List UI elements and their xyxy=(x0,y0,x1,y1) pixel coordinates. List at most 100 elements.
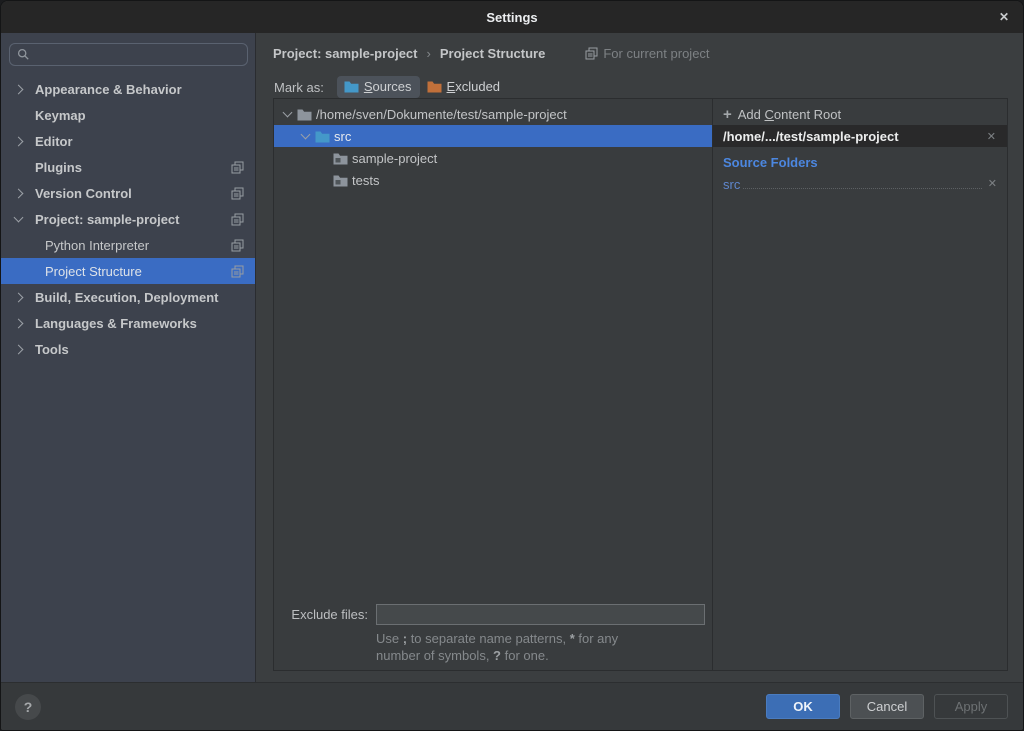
tree-row-sample-project[interactable]: sample-project xyxy=(274,147,712,169)
source-folder-icon xyxy=(315,130,330,143)
sidebar-item-label: Python Interpreter xyxy=(45,238,231,253)
ok-button[interactable]: OK xyxy=(766,694,840,719)
folder-icon xyxy=(333,174,348,187)
sidebar-item-appearance-behavior[interactable]: Appearance & Behavior xyxy=(1,76,255,102)
source-folder-icon xyxy=(344,80,359,93)
breadcrumb-page: Project Structure xyxy=(440,46,545,61)
sidebar-item-label: Languages & Frameworks xyxy=(35,316,244,331)
settings-badge-icon xyxy=(585,47,598,60)
breadcrumb: Project: sample-project › Project Struct… xyxy=(273,41,710,65)
sidebar-item-editor[interactable]: Editor xyxy=(1,128,255,154)
footer-buttons: OK Cancel Apply xyxy=(766,694,1008,719)
settings-dialog: Settings ✕ Appearance & Behavior Key xyxy=(0,0,1024,731)
mark-as-toolbar: Mark as: Sources Excluded xyxy=(274,74,508,100)
tree-row-label: /home/sven/Dokumente/test/sample-project xyxy=(316,107,567,122)
sidebar-item-label: Version Control xyxy=(35,186,231,201)
sidebar-item-label: Editor xyxy=(35,134,244,149)
source-folders-title: Source Folders xyxy=(723,155,818,170)
content-root-path: /home/.../test/sample-project xyxy=(723,129,985,144)
settings-search-box[interactable] xyxy=(9,43,248,66)
tree-row-content-root[interactable]: /home/sven/Dokumente/test/sample-project xyxy=(274,103,712,125)
tree-row-src[interactable]: src xyxy=(274,125,712,147)
sidebar-item-version-control[interactable]: Version Control xyxy=(1,180,255,206)
scope-note-text: For current project xyxy=(603,46,709,61)
chevron-right-icon xyxy=(14,136,24,146)
settings-badge-icon xyxy=(231,265,244,278)
settings-badge-icon xyxy=(231,213,244,226)
folder-icon xyxy=(297,108,312,121)
tree-row-label: tests xyxy=(352,173,379,188)
sidebar-item-keymap[interactable]: Keymap xyxy=(1,102,255,128)
question-mark-icon: ? xyxy=(24,699,33,715)
titlebar: Settings ✕ xyxy=(1,1,1023,33)
mark-as-label: Mark as: xyxy=(274,80,324,95)
add-content-root-label: Add Content Root xyxy=(738,107,841,122)
help-button[interactable]: ? xyxy=(15,694,41,720)
chevron-down-icon[interactable] xyxy=(282,108,292,118)
mark-excluded-button[interactable]: Excluded xyxy=(420,76,508,98)
remove-source-folder-icon[interactable]: ✕ xyxy=(986,175,999,192)
sidebar-item-label: Build, Execution, Deployment xyxy=(35,290,244,305)
dialog-content: Appearance & Behavior Keymap Editor Plug… xyxy=(1,33,1023,684)
sidebar-item-project-sample-project[interactable]: Project: sample-project xyxy=(1,206,255,232)
project-structure-panel: /home/sven/Dokumente/test/sample-project… xyxy=(273,98,1008,671)
content-root-tree-pane: /home/sven/Dokumente/test/sample-project… xyxy=(274,99,713,670)
tree-row-label: src xyxy=(334,129,351,144)
settings-badge-icon xyxy=(231,239,244,252)
window-title: Settings xyxy=(486,10,537,25)
mark-sources-label: Sources xyxy=(364,79,412,94)
sidebar-item-project-structure[interactable]: Project Structure xyxy=(1,258,255,284)
breadcrumb-project[interactable]: Project: sample-project xyxy=(273,46,418,61)
settings-badge-icon xyxy=(231,161,244,174)
remove-content-root-icon[interactable]: ✕ xyxy=(985,128,998,145)
sidebar-item-plugins[interactable]: Plugins xyxy=(1,154,255,180)
tree-row-tests[interactable]: tests xyxy=(274,169,712,191)
tree-row-label: sample-project xyxy=(352,151,437,166)
apply-button[interactable]: Apply xyxy=(934,694,1008,719)
exclude-files-hint: Use ; to separate name patterns, * for a… xyxy=(376,630,618,664)
sidebar-item-label: Project: sample-project xyxy=(35,212,231,227)
sidebar-item-label: Tools xyxy=(35,342,244,357)
chevron-right-icon xyxy=(14,188,24,198)
add-content-root-button[interactable]: + Add Content Root xyxy=(713,103,1007,125)
sidebar-item-label: Appearance & Behavior xyxy=(35,82,244,97)
source-folder-entry[interactable]: src ✕ xyxy=(723,174,999,192)
settings-nav: Appearance & Behavior Keymap Editor Plug… xyxy=(1,76,255,362)
exclude-files-row: Exclude files: xyxy=(274,602,712,626)
content-root-entry[interactable]: /home/.../test/sample-project ✕ xyxy=(713,125,1007,147)
sidebar-item-languages-frameworks[interactable]: Languages & Frameworks xyxy=(1,310,255,336)
chevron-right-icon xyxy=(14,84,24,94)
exclude-files-input[interactable] xyxy=(376,604,705,625)
chevron-right-icon xyxy=(14,344,24,354)
settings-sidebar: Appearance & Behavior Keymap Editor Plug… xyxy=(1,33,256,684)
sidebar-item-tools[interactable]: Tools xyxy=(1,336,255,362)
exclude-files-label: Exclude files: xyxy=(274,607,368,622)
plus-icon: + xyxy=(723,107,732,122)
main-area: Project: sample-project › Project Struct… xyxy=(257,33,1023,684)
search-input[interactable] xyxy=(30,47,247,62)
sidebar-item-build-execution-deployment[interactable]: Build, Execution, Deployment xyxy=(1,284,255,310)
sidebar-item-python-interpreter[interactable]: Python Interpreter xyxy=(1,232,255,258)
settings-badge-icon xyxy=(231,187,244,200)
dotted-leader xyxy=(743,188,981,189)
sidebar-item-label: Plugins xyxy=(35,160,231,175)
chevron-down-icon[interactable] xyxy=(300,130,310,140)
sidebar-item-label: Project Structure xyxy=(45,264,231,279)
mark-excluded-label: Excluded xyxy=(447,79,500,94)
sidebar-item-label: Keymap xyxy=(35,108,244,123)
dialog-footer: ? OK Cancel Apply xyxy=(1,682,1023,730)
content-root-detail-pane: + Add Content Root /home/.../test/sample… xyxy=(713,99,1007,670)
search-icon xyxy=(17,48,30,61)
chevron-right-icon xyxy=(14,292,24,302)
chevron-right-icon xyxy=(14,318,24,328)
source-folder-name: src xyxy=(723,177,740,192)
directory-tree: /home/sven/Dokumente/test/sample-project… xyxy=(274,99,712,191)
folder-icon xyxy=(333,152,348,165)
breadcrumb-separator-icon: › xyxy=(427,46,431,61)
scope-note: For current project xyxy=(585,46,709,61)
cancel-button[interactable]: Cancel xyxy=(850,694,924,719)
chevron-down-icon xyxy=(14,213,24,223)
excluded-folder-icon xyxy=(427,80,442,93)
close-icon[interactable]: ✕ xyxy=(995,8,1013,26)
mark-sources-button[interactable]: Sources xyxy=(337,76,420,98)
